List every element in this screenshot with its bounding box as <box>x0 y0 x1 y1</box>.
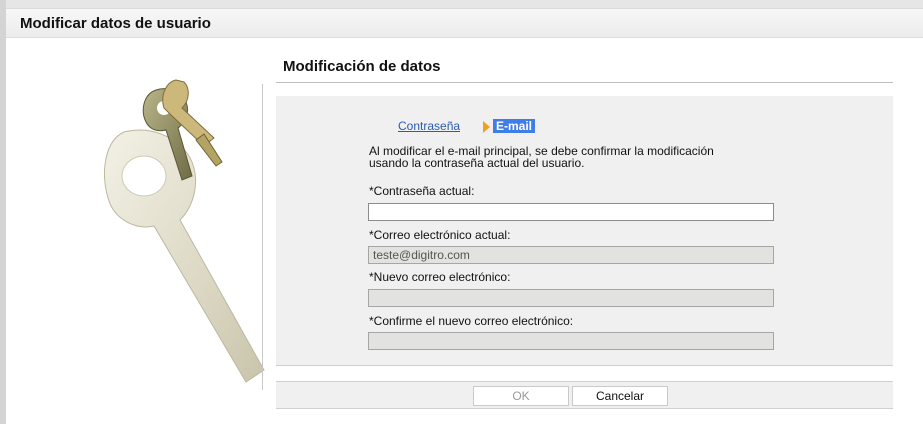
window-titlebar: Modificar datos de usuario <box>6 8 923 38</box>
step-password-link[interactable]: Contraseña <box>398 119 460 133</box>
form-description: Al modificar el e-mail principal, se deb… <box>369 144 714 170</box>
current-password-label: *Contraseña actual: <box>369 184 475 198</box>
section-rule <box>276 82 893 83</box>
confirm-email-input <box>368 332 774 350</box>
keys-illustration-icon <box>104 79 265 383</box>
step-arrow-icon <box>483 121 490 133</box>
current-password-input[interactable] <box>368 203 774 221</box>
window-title: Modificar datos de usuario <box>20 15 211 32</box>
section-title: Modificación de datos <box>283 58 441 75</box>
current-email-label: *Correo electrónico actual: <box>369 228 511 242</box>
current-email-field <box>368 246 774 264</box>
ok-button[interactable]: OK <box>473 386 569 406</box>
confirm-email-label: *Confirme el nuevo correo electrónico: <box>369 314 574 328</box>
new-email-label: *Nuevo correo electrónico: <box>369 270 511 284</box>
step-email-current: E-mail <box>493 119 536 133</box>
new-email-input <box>368 289 774 307</box>
top-strip <box>6 0 923 8</box>
divider-line <box>262 84 263 390</box>
cancel-button[interactable]: Cancelar <box>572 386 668 406</box>
